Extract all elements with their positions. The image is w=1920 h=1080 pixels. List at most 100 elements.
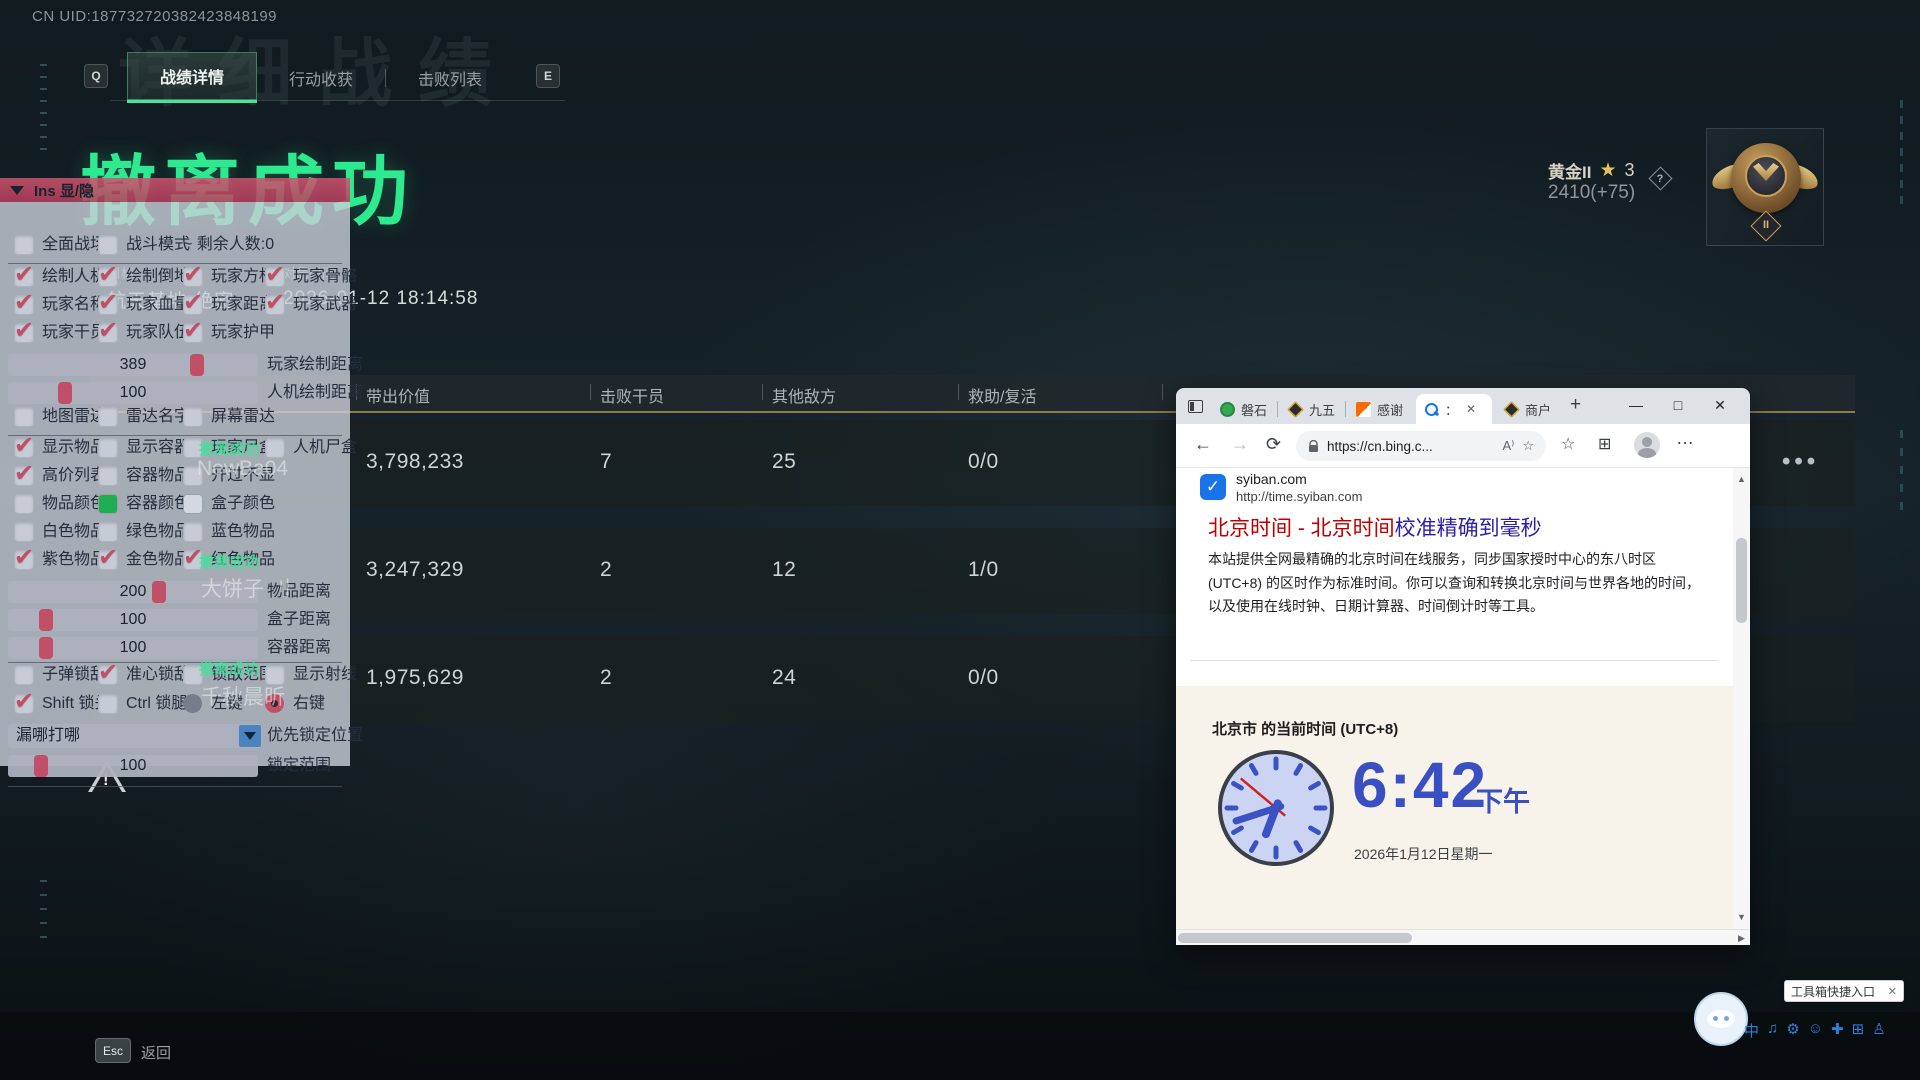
add-favorite-icon[interactable]: ☆ <box>1522 438 1534 454</box>
scroll-down-arrow[interactable]: ▼ <box>1733 912 1750 922</box>
menu-checkbox[interactable] <box>14 407 34 427</box>
address-bar[interactable]: https://cn.bing.c... A⁾ ☆ <box>1296 431 1546 461</box>
menu-checkbox[interactable] <box>14 235 34 255</box>
menu-checkbox[interactable]: ✔ <box>183 295 203 315</box>
menu-checkbox[interactable] <box>14 665 34 685</box>
menu-checkbox[interactable] <box>98 235 118 255</box>
vertical-scroll-thumb[interactable] <box>1736 538 1747 623</box>
menu-item-label[interactable]: 人机尸盒 <box>293 437 357 459</box>
menu-checkbox[interactable]: ✔ <box>14 267 34 287</box>
toolbox-icon[interactable]: ⊞ <box>1852 1020 1865 1041</box>
menu-item-label[interactable]: 子弹锁敌 <box>42 664 106 686</box>
toolbox-icon[interactable]: ♫ <box>1767 1020 1778 1041</box>
collapse-triangle-icon[interactable] <box>10 186 24 195</box>
menu-slider[interactable]: 100 <box>8 755 258 777</box>
minimize-button[interactable]: — <box>1616 388 1656 422</box>
toolbox-icon[interactable]: ✚ <box>1831 1020 1844 1041</box>
scroll-right-arrow[interactable]: ▶ <box>1733 933 1750 944</box>
profile-avatar[interactable] <box>1634 432 1660 458</box>
menu-slider[interactable]: 100 <box>8 609 258 631</box>
menu-item-label[interactable]: 物品颜色 <box>42 493 106 515</box>
menu-item-label[interactable]: 准心锁敌 <box>126 664 190 686</box>
menu-item-label[interactable]: 玩家队伍 <box>126 322 190 344</box>
menu-item-label[interactable]: 绿色物品 <box>126 521 190 543</box>
slider-handle[interactable] <box>152 581 166 603</box>
priority-dropdown[interactable]: 漏哪打哪 <box>8 724 262 748</box>
menu-item-label[interactable]: 右键 <box>293 693 325 715</box>
menu-item-label[interactable]: 容器物品 <box>126 465 190 487</box>
menu-item-label[interactable]: 屏幕雷达 <box>211 406 275 428</box>
dropdown-arrow-button[interactable] <box>239 725 261 747</box>
horizontal-scroll-thumb[interactable] <box>1178 933 1412 943</box>
collections-icon[interactable]: ⊞ <box>1598 434 1611 454</box>
menu-item-label[interactable]: 地图雷达 <box>42 406 106 428</box>
toolbox-tooltip[interactable]: 工具箱快捷入口 ✕ <box>1784 980 1904 1002</box>
maximize-button[interactable]: □ <box>1658 388 1698 422</box>
menu-checkbox[interactable] <box>183 522 203 542</box>
menu-item-label[interactable]: 高价列表 <box>42 465 106 487</box>
toolbox-icon[interactable]: ⚙ <box>1786 1020 1799 1041</box>
menu-item-label[interactable]: 紫色物品 <box>42 549 106 571</box>
new-tab-button[interactable]: + <box>1570 394 1581 416</box>
toolbox-icon[interactable]: ♙ <box>1872 1020 1885 1041</box>
menu-checkbox[interactable]: ✔ <box>14 323 34 343</box>
menu-item-label[interactable]: 玩家骨骼 <box>293 266 357 288</box>
result-site-url[interactable]: http://time.syiban.com <box>1236 489 1362 504</box>
browser-tab[interactable]: 磐石 <box>1212 394 1276 424</box>
menu-item-label[interactable]: 全面战场 <box>42 234 106 256</box>
toolbox-icon[interactable]: ☺ <box>1808 1020 1823 1041</box>
menu-item-label[interactable]: 战斗模式 <box>126 234 190 256</box>
result-site-name[interactable]: syiban.com <box>1236 471 1307 487</box>
tab-action-loot[interactable]: 行动收获 <box>257 54 385 102</box>
menu-item-label[interactable]: 玩家干员 <box>42 322 106 344</box>
menu-checkbox[interactable]: ✔ <box>183 323 203 343</box>
menu-checkbox[interactable]: ✔ <box>265 267 285 287</box>
menu-item-label[interactable]: 玩家名称 <box>42 294 106 316</box>
menu-item-label[interactable]: 显示容器 <box>126 437 190 459</box>
menu-item-label[interactable]: 玩家血量 <box>126 294 190 316</box>
cheat-menu[interactable]: Ins 显/隐 全面战场战斗模式~ 剩余人数:0✔绘制人机✔绘制倒地✔玩家方框✔… <box>0 178 350 766</box>
menu-checkbox[interactable] <box>14 522 34 542</box>
assistant-logo-icon[interactable] <box>1694 992 1748 1046</box>
back-button[interactable]: ← <box>1194 434 1212 455</box>
slider-handle[interactable] <box>39 637 53 659</box>
menu-checkbox[interactable]: ✔ <box>14 466 34 486</box>
slider-handle[interactable] <box>34 755 48 777</box>
scroll-up-arrow[interactable]: ▲ <box>1733 474 1750 484</box>
slider-handle[interactable] <box>58 382 72 404</box>
browser-tab[interactable]: 商户 <box>1496 394 1560 424</box>
read-aloud-icon[interactable]: A⁾ <box>1502 438 1514 454</box>
close-tab-icon[interactable]: ✕ <box>1466 402 1476 416</box>
tab-battle-details[interactable]: 战绩详情 <box>127 52 257 103</box>
menu-slider[interactable]: 100 <box>8 382 258 404</box>
menu-item-label[interactable]: 盒子颜色 <box>211 493 275 515</box>
tooltip-close-icon[interactable]: ✕ <box>1888 985 1897 998</box>
menu-checkbox[interactable]: ✔ <box>98 550 118 570</box>
menu-item-label[interactable]: 显示射线 <box>293 664 357 686</box>
menu-item-label[interactable]: 容器颜色 <box>126 493 190 515</box>
forward-button[interactable]: → <box>1231 434 1249 455</box>
menu-item-label[interactable]: 雷达名字 <box>126 406 190 428</box>
menu-checkbox[interactable] <box>98 407 118 427</box>
menu-checkbox[interactable]: ✔ <box>98 295 118 315</box>
menu-checkbox[interactable] <box>98 466 118 486</box>
menu-checkbox[interactable] <box>98 438 118 458</box>
menu-checkbox[interactable]: ✔ <box>98 323 118 343</box>
browser-tab[interactable]: 九五 <box>1280 394 1344 424</box>
settings-more-icon[interactable]: … <box>1676 428 1694 449</box>
menu-checkbox[interactable]: ✔ <box>14 438 34 458</box>
color-swatch[interactable] <box>183 494 203 514</box>
browser-tab[interactable]: 感谢 <box>1348 394 1412 424</box>
menu-item-label[interactable]: 绘制倒地 <box>126 266 190 288</box>
menu-checkbox[interactable] <box>98 522 118 542</box>
cheat-menu-header[interactable]: Ins 显/隐 <box>0 178 350 202</box>
toolbox-icon[interactable]: 中 <box>1744 1020 1759 1041</box>
menu-item-label[interactable]: 绘制人机 <box>42 266 106 288</box>
menu-item-label[interactable]: 显示物品 <box>42 437 106 459</box>
menu-slider[interactable]: 100 <box>8 637 258 659</box>
menu-checkbox[interactable]: ✔ <box>14 295 34 315</box>
menu-checkbox[interactable]: ✔ <box>265 295 285 315</box>
menu-slider[interactable]: 389 <box>8 354 258 376</box>
color-swatch[interactable] <box>98 494 118 514</box>
menu-checkbox[interactable]: ✔ <box>98 267 118 287</box>
